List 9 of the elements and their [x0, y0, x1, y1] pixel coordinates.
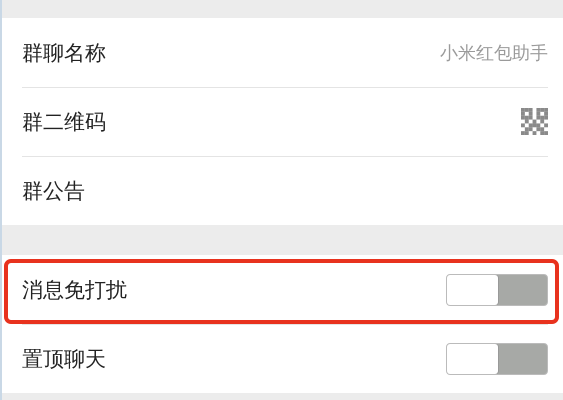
toggle-switch[interactable]	[446, 342, 548, 374]
toggle-switch[interactable]	[446, 274, 548, 306]
row-label[interactable]: 群聊名称	[22, 38, 106, 66]
row-value: 小米红包助手	[440, 42, 548, 64]
row-label[interactable]: 群公告	[22, 176, 85, 204]
qr-code-icon	[521, 108, 548, 135]
row-label[interactable]: 群二维码	[22, 108, 106, 136]
row-label[interactable]: 置顶聊天	[22, 344, 106, 372]
row-label[interactable]: 消息免打扰	[22, 276, 127, 304]
